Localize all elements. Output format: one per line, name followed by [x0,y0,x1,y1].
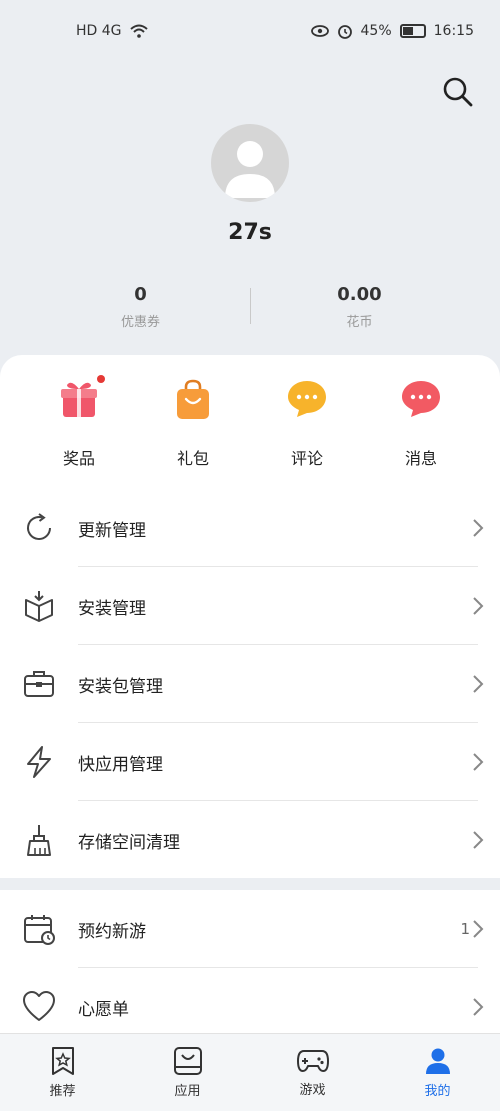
menu-item-storage-cleanup[interactable]: 存储空间清理 [0,801,500,879]
bookmark-star-icon [51,1047,74,1075]
quick-actions: 奖品 礼包 评论 消息 [0,375,500,477]
nav-apps[interactable]: 应用 [133,1046,243,1099]
menu-item-quick-app-management[interactable]: 快应用管理 [0,723,500,801]
username[interactable]: 27s [0,220,500,245]
gamepad-icon [296,1050,329,1072]
refresh-icon [27,513,51,540]
nav-me[interactable]: 我的 [383,1046,493,1099]
search-icon [443,77,473,107]
chevron-right-icon [473,920,484,938]
status-left: HD 4G [76,23,148,39]
battery-percent: 45% [360,23,392,39]
stats-row: 0 优惠券 0.00 花币 [0,284,500,340]
heart-icon [23,991,55,1021]
eye-icon [310,25,329,37]
broom-icon [27,825,51,856]
menu-item-label: 安装包管理 [78,676,163,697]
clock: 16:15 [433,23,474,39]
search-button[interactable] [438,72,478,112]
chevron-right-icon [473,519,484,537]
main-card: 奖品 礼包 评论 消息 更新管理 安装管理 安装包管理 快应用管理 存储空间清理 [0,355,500,878]
battery-icon [399,24,426,38]
menu-item-label: 更新管理 [78,520,146,541]
chevron-right-icon [473,597,484,615]
comment-icon [285,377,329,421]
status-bar: HD 4G 45% 16:15 [0,0,500,62]
stat-label: 花币 [346,315,373,330]
chevron-right-icon [473,753,484,771]
person-icon [425,1048,450,1074]
quick-action-gift-packs[interactable]: 礼包 [148,377,238,477]
stat-value: 0.00 [337,284,382,305]
quick-action-label: 奖品 [62,449,95,468]
menu-item-package-management[interactable]: 安装包管理 [0,645,500,723]
menu-item-label: 快应用管理 [78,754,163,775]
quick-action-label: 评论 [290,449,323,468]
message-icon [399,377,443,421]
calendar-icon [24,915,55,945]
quick-action-prizes[interactable]: 奖品 [34,375,124,477]
menu-item-label: 预约新游 [78,921,146,942]
chevron-right-icon [473,675,484,693]
nav-label: 推荐 [49,1084,76,1099]
gift-icon [57,375,105,421]
network-indicator: HD 4G [76,23,122,39]
alarm-icon [337,25,352,39]
box-download-icon [25,591,53,622]
menu-item-label: 安装管理 [78,598,146,619]
chevron-right-icon [473,998,484,1016]
menu-item-update-management[interactable]: 更新管理 [0,489,500,567]
stat-coins[interactable]: 0.00 花币 [251,284,469,340]
stat-label: 优惠券 [120,315,160,330]
quick-action-messages[interactable]: 消息 [376,377,466,477]
nav-label: 应用 [174,1084,201,1099]
app-store-icon [173,1047,202,1075]
stat-coupons[interactable]: 0 优惠券 [32,284,250,340]
menu-item-install-management[interactable]: 安装管理 [0,567,500,645]
quick-action-label: 礼包 [176,449,209,468]
wifi-icon [129,24,148,38]
nav-recommend[interactable]: 推荐 [8,1046,118,1099]
lightning-icon [27,746,51,778]
secondary-card: 预约新游 1 心愿单 [0,890,500,1040]
bottom-nav: 推荐 应用 游戏 我的 [0,1033,500,1111]
avatar[interactable] [211,124,289,202]
nav-label: 我的 [424,1084,451,1099]
notification-dot [97,375,105,383]
quick-action-label: 消息 [404,449,437,468]
nav-games[interactable]: 游戏 [258,1047,368,1098]
briefcase-icon [24,671,54,697]
bag-icon [171,377,215,421]
stat-value: 0 [134,284,147,305]
nav-label: 游戏 [299,1083,326,1098]
menu-item-label: 存储空间清理 [78,832,180,853]
chevron-right-icon [473,831,484,849]
default-avatar-icon [225,141,275,198]
menu-list: 更新管理 安装管理 安装包管理 快应用管理 存储空间清理 [0,489,500,879]
status-right: 45% 16:15 [310,23,474,39]
menu-item-label: 心愿单 [78,999,129,1020]
quick-action-comments[interactable]: 评论 [262,377,352,477]
menu-item-game-reservations[interactable]: 预约新游 1 [0,890,500,968]
